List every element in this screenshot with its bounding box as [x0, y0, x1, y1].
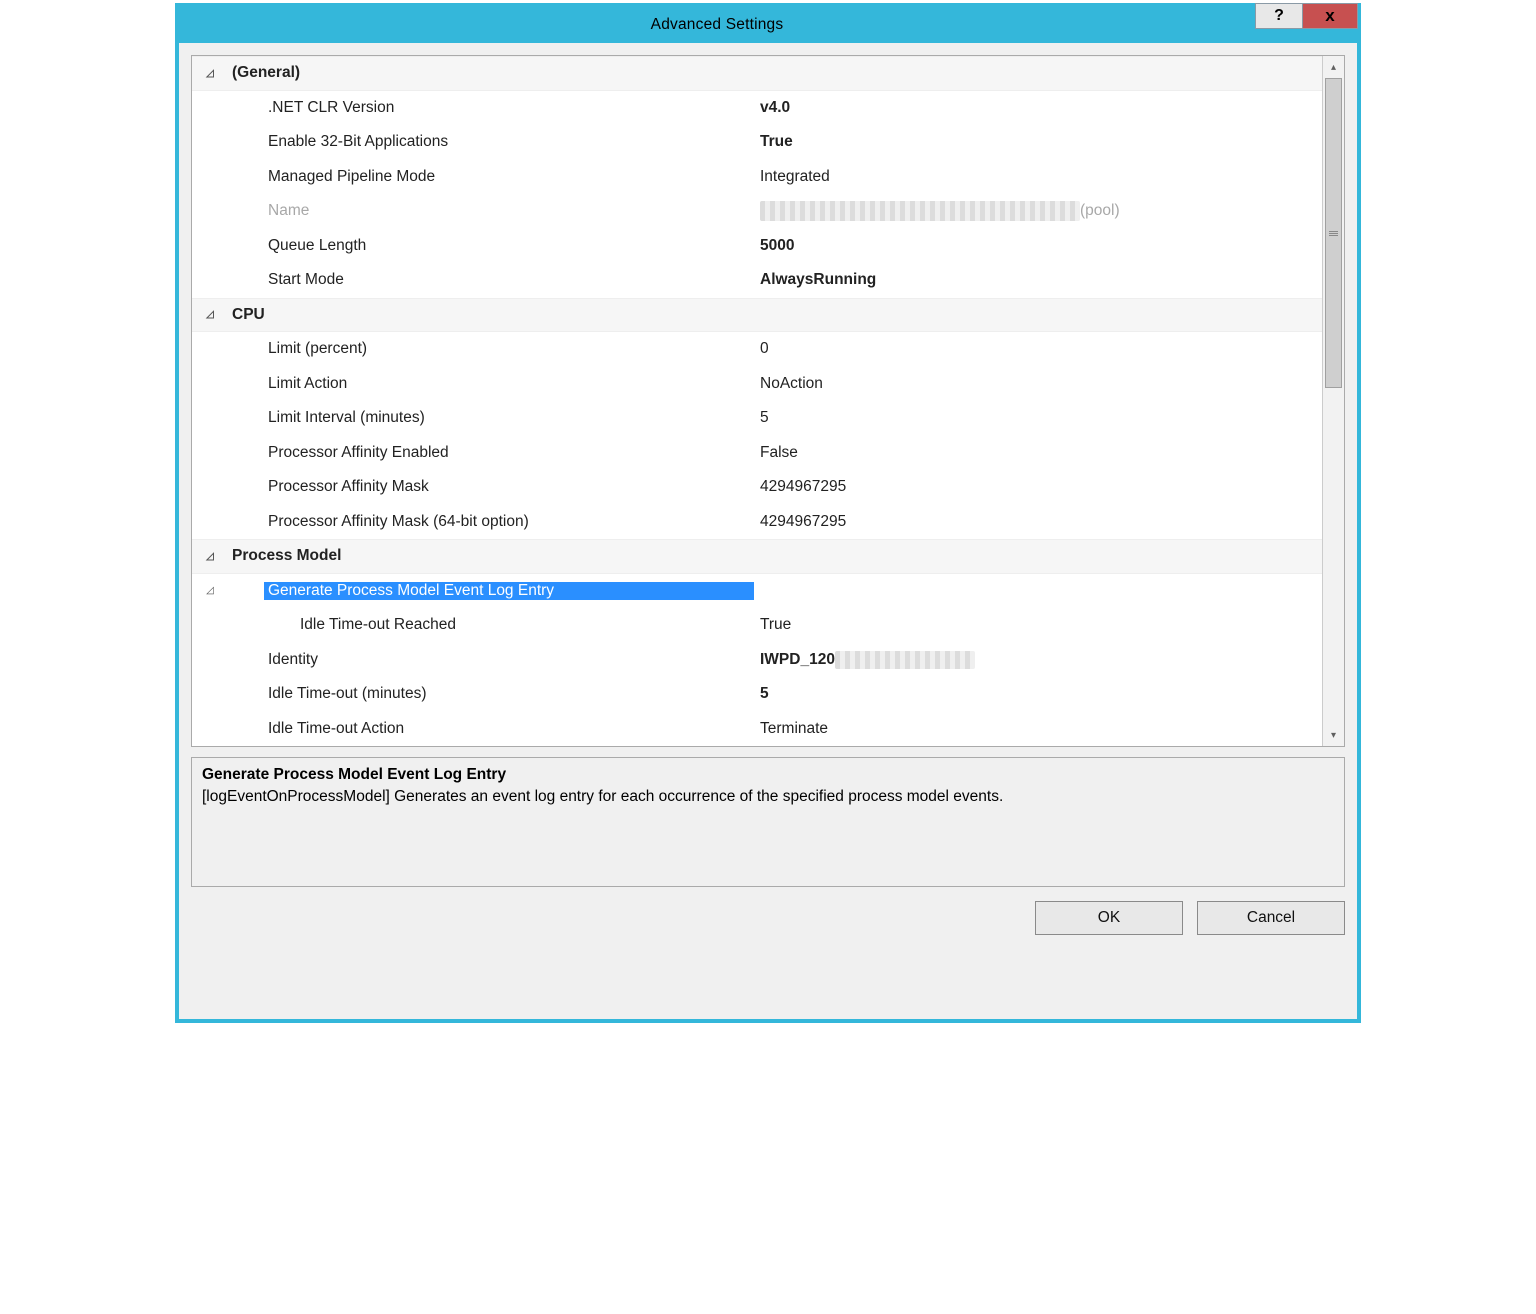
prop-value[interactable]: 5000 — [754, 237, 1322, 255]
prop-label: Name — [228, 202, 754, 220]
prop-value[interactable]: NoAction — [754, 375, 1322, 393]
category-general[interactable]: ◿ (General) — [192, 56, 1322, 91]
description-title: Generate Process Model Event Log Entry — [202, 766, 1334, 784]
help-button[interactable]: ? — [1255, 3, 1303, 29]
prop-value[interactable]: 5 — [754, 685, 1322, 703]
prop-value[interactable]: AlwaysRunning — [754, 271, 1322, 289]
prop-label: .NET CLR Version — [228, 99, 754, 117]
collapse-icon[interactable]: ◿ — [192, 309, 228, 320]
category-process-model[interactable]: ◿ Process Model — [192, 539, 1322, 574]
prop-label: Processor Affinity Enabled — [228, 444, 754, 462]
scroll-thumb[interactable] — [1325, 78, 1342, 388]
prop-label: Identity — [228, 651, 754, 669]
prop-label: Queue Length — [228, 237, 754, 255]
prop-value[interactable]: 5 — [754, 409, 1322, 427]
prop-label: Idle Time-out Action — [228, 720, 754, 738]
property-grid: ◿ (General) .NET CLR Version v4.0 Enable… — [191, 55, 1345, 747]
row-idle-timeout-action[interactable]: Idle Time-out Action Terminate — [192, 712, 1322, 747]
row-identity[interactable]: Identity IWPD_120 — [192, 643, 1322, 678]
prop-value[interactable]: 0 — [754, 340, 1322, 358]
row-idle-timeout[interactable]: Idle Time-out (minutes) 5 — [192, 677, 1322, 712]
row-idle-timeout-reached[interactable]: Idle Time-out Reached True — [192, 608, 1322, 643]
row-pipeline-mode[interactable]: Managed Pipeline Mode Integrated — [192, 160, 1322, 195]
row-clr-version[interactable]: .NET CLR Version v4.0 — [192, 91, 1322, 126]
prop-value[interactable]: True — [754, 133, 1322, 151]
redacted-text — [760, 201, 1080, 221]
button-label: Cancel — [1247, 909, 1295, 927]
category-label: Process Model — [228, 547, 754, 565]
prop-label: Idle Time-out Reached — [228, 616, 754, 634]
prop-value[interactable]: Terminate — [754, 720, 1322, 738]
prop-label: Processor Affinity Mask — [228, 478, 754, 496]
prop-label: Limit Action — [228, 375, 754, 393]
prop-value[interactable]: v4.0 — [754, 99, 1322, 117]
row-limit[interactable]: Limit (percent) 0 — [192, 332, 1322, 367]
prop-label: Enable 32-Bit Applications — [228, 133, 754, 151]
description-panel: Generate Process Model Event Log Entry [… — [191, 757, 1345, 887]
prop-label: Managed Pipeline Mode — [228, 168, 754, 186]
prop-label: Generate Process Model Event Log Entry — [264, 582, 754, 600]
row-generate-event-log[interactable]: ◿ Generate Process Model Event Log Entry — [192, 574, 1322, 609]
prop-value[interactable]: IWPD_120 — [754, 651, 1322, 669]
prop-label: Limit Interval (minutes) — [228, 409, 754, 427]
prop-value[interactable]: 4294967295 — [754, 513, 1322, 531]
prop-label: Start Mode — [228, 271, 754, 289]
row-name[interactable]: Name (pool) — [192, 194, 1322, 229]
row-queue-length[interactable]: Queue Length 5000 — [192, 229, 1322, 264]
redacted-text — [835, 651, 975, 669]
prop-value: (pool) — [754, 201, 1322, 221]
cancel-button[interactable]: Cancel — [1197, 901, 1345, 935]
row-enable-32bit[interactable]: Enable 32-Bit Applications True — [192, 125, 1322, 160]
prop-value[interactable]: Integrated — [754, 168, 1322, 186]
button-label: OK — [1098, 909, 1120, 927]
scroll-down-icon[interactable]: ▾ — [1323, 724, 1344, 746]
titlebar: Advanced Settings ? x — [179, 7, 1357, 43]
prop-value[interactable]: False — [754, 444, 1322, 462]
collapse-icon[interactable]: ◿ — [192, 68, 228, 79]
collapse-icon[interactable]: ◿ — [192, 551, 228, 562]
prop-label: Idle Time-out (minutes) — [228, 685, 754, 703]
description-body: [logEventOnProcessModel] Generates an ev… — [202, 784, 1334, 806]
row-affinity-mask-64[interactable]: Processor Affinity Mask (64-bit option) … — [192, 505, 1322, 540]
prop-label: Limit (percent) — [228, 340, 754, 358]
scrollbar[interactable]: ▴ ▾ — [1322, 56, 1344, 746]
category-cpu[interactable]: ◿ CPU — [192, 298, 1322, 333]
category-label: (General) — [228, 64, 754, 82]
row-limit-action[interactable]: Limit Action NoAction — [192, 367, 1322, 402]
close-icon: x — [1325, 6, 1334, 26]
help-icon: ? — [1274, 7, 1284, 25]
row-affinity-enabled[interactable]: Processor Affinity Enabled False — [192, 436, 1322, 471]
dialog-title: Advanced Settings — [179, 16, 1255, 34]
prop-label: Processor Affinity Mask (64-bit option) — [228, 513, 754, 531]
row-start-mode[interactable]: Start Mode AlwaysRunning — [192, 263, 1322, 298]
row-affinity-mask[interactable]: Processor Affinity Mask 4294967295 — [192, 470, 1322, 505]
ok-button[interactable]: OK — [1035, 901, 1183, 935]
advanced-settings-dialog: Advanced Settings ? x ◿ (General) .NET C… — [175, 3, 1361, 1023]
collapse-icon[interactable]: ◿ — [192, 585, 228, 596]
row-limit-interval[interactable]: Limit Interval (minutes) 5 — [192, 401, 1322, 436]
close-button[interactable]: x — [1302, 3, 1358, 29]
prop-value[interactable]: True — [754, 616, 1322, 634]
prop-value-suffix: (pool) — [1080, 202, 1120, 219]
scroll-up-icon[interactable]: ▴ — [1323, 56, 1344, 78]
prop-value-prefix: IWPD_120 — [760, 651, 835, 668]
prop-value[interactable]: 4294967295 — [754, 478, 1322, 496]
category-label: CPU — [228, 306, 754, 324]
